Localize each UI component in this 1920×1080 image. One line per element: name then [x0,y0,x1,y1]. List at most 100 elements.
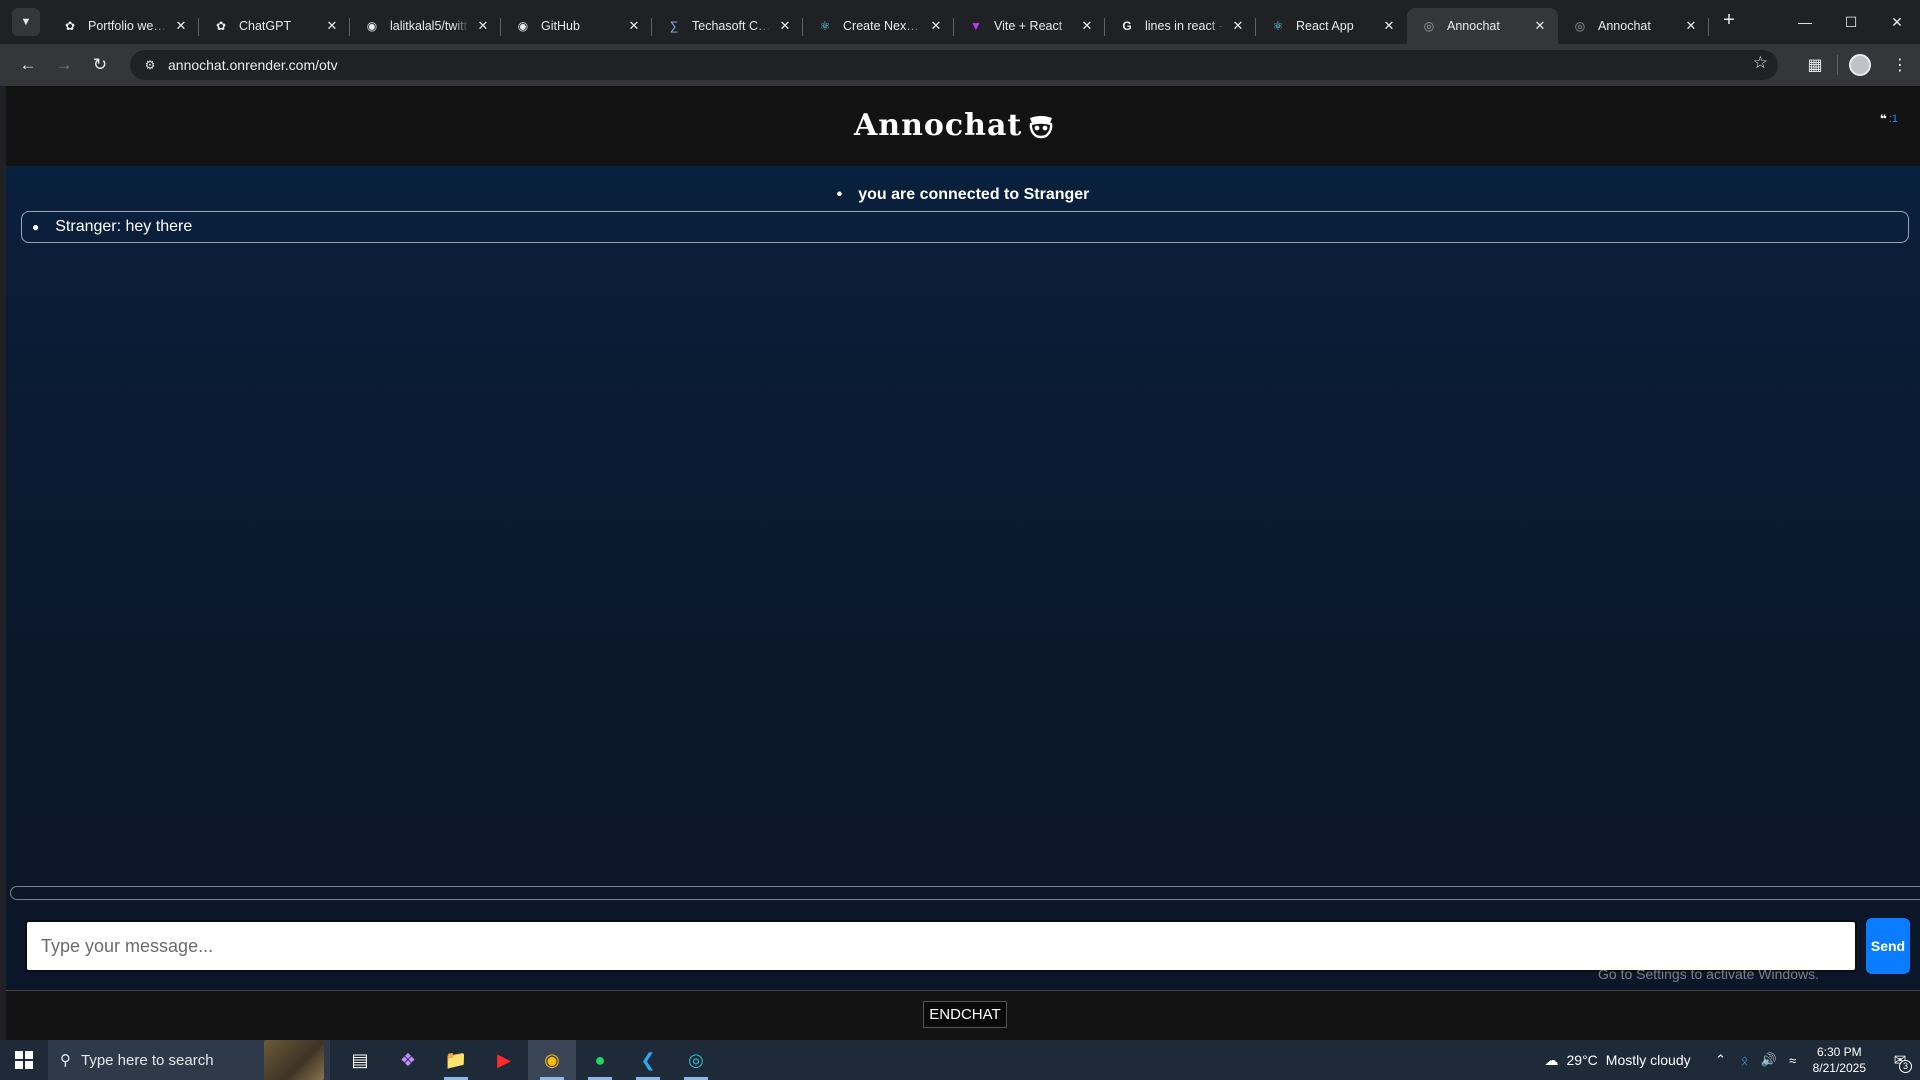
tab-annochat[interactable]: ◎ Annochat ✕ [1558,8,1709,44]
tab-search-button[interactable]: ▼ [12,8,40,36]
youtube-icon[interactable]: ▶ [480,1040,528,1080]
notification-badge: 3 [1899,1060,1912,1073]
close-icon[interactable]: ✕ [1532,18,1548,34]
address-bar[interactable]: ⚙ annochat.onrender.com/otv ☆ [130,50,1778,80]
tab-react-app[interactable]: ⚛ React App ✕ [1256,8,1407,44]
minimize-icon[interactable]: — [1782,0,1828,44]
plus-icon: + [1723,8,1735,31]
online-count: :1 [1888,113,1898,125]
reload-button[interactable]: ↻ [82,47,118,83]
back-button[interactable]: ← [10,47,46,83]
chat-messages-area: • you are connected to Stranger ● Strange… [6,166,1920,886]
search-placeholder: Type here to search [81,1051,214,1069]
chat-footer: ENDCHAT [6,990,1920,1040]
tab-strip: ▼ ✿ Portfolio websi ✕ ✿ ChatGPT ✕ ◉ lalitkala… [0,0,1920,44]
globe-icon: ◎ [1423,19,1435,33]
maximize-icon[interactable]: ☐ [1828,0,1874,44]
tab-techasoft[interactable]: ∑ Techasoft Care ✕ [652,8,803,44]
arrow-right-icon: → [55,55,73,74]
site-info-icon[interactable]: ⚙ [138,53,162,77]
close-icon[interactable]: ✕ [1381,18,1397,34]
close-icon[interactable]: ✕ [173,18,189,34]
close-icon[interactable]: ✕ [777,18,793,34]
chevron-up-icon[interactable]: ⌃ [1709,1052,1733,1068]
brand-logo[interactable]: Annochat [854,108,1056,143]
bluetooth-icon[interactable]: ᛟ [1733,1053,1757,1068]
close-icon[interactable]: ✕ [928,18,944,34]
weather-condition: Mostly cloudy [1605,1052,1691,1068]
online-users-indicator: ❝ :1 [1880,112,1898,126]
weather-icon: ☁ [1544,1051,1559,1068]
chat-scroll-divider [10,886,1920,900]
system-tray: ☁ 29°C Mostly cloudy ⌃ ᛟ 🔊 ≈ 6:30 PM 8/2… [1545,1040,1920,1080]
app-header: Annochat ❝ :1 [6,86,1920,166]
close-icon[interactable]: ✕ [475,18,491,34]
time: 6:30 PM [1816,1045,1862,1059]
task-view-icon[interactable]: ▤ [336,1040,384,1080]
system-message-text: you are connected to Stranger [858,186,1090,203]
tab-title: GitHub [541,19,580,33]
tab-google-search[interactable]: Glines in react - ✕ [1105,8,1256,44]
system-message: • you are connected to Stranger [836,186,1090,203]
tab-chatgpt[interactable]: ✿ ChatGPT ✕ [199,8,350,44]
google-icon: G [1122,19,1132,33]
spotify-icon[interactable]: ● [576,1040,624,1080]
close-icon[interactable]: ✕ [1683,18,1699,34]
tab-title: Vite + React [994,19,1063,33]
raccoon-mask-icon [1029,115,1053,138]
send-button[interactable]: Send [1866,918,1910,974]
edge-icon[interactable]: ◎ [672,1040,720,1080]
react-icon: ⚛ [1272,19,1284,33]
close-icon[interactable]: ✕ [324,18,340,34]
file-explorer-icon[interactable]: 📁 [432,1040,480,1080]
tab-create-next-app[interactable]: ⚛ Create Next Ap ✕ [803,8,954,44]
chevron-down-icon: ▼ [20,16,32,28]
tab-portfolio[interactable]: ✿ Portfolio websi ✕ [48,8,199,44]
volume-icon[interactable]: 🔊 [1757,1052,1781,1068]
close-icon[interactable]: ✕ [1079,18,1095,34]
message-input[interactable] [25,920,1857,972]
arrow-left-icon: ← [19,55,37,74]
tab-github[interactable]: ◉ GitHub ✕ [501,8,652,44]
tab-title: React App [1296,19,1354,33]
close-icon[interactable]: ✕ [1230,18,1246,34]
extensions-icon[interactable]: ▦ [1795,47,1835,83]
chat-message-text: Stranger: hey there [55,218,193,235]
github-icon: ◉ [517,19,529,33]
avatar [1849,54,1871,76]
globe-icon: ◎ [1574,19,1586,33]
tab-vite-react[interactable]: ▼ Vite + React ✕ [954,8,1105,44]
users-icon: ❝ [1879,112,1887,126]
weather-widget[interactable]: ☁ 29°C Mostly cloudy [1545,1052,1691,1069]
window-controls: — ☐ ✕ [1782,0,1920,44]
taskbar-search[interactable]: ⚲ Type here to search [48,1040,330,1080]
search-icon: ⚲ [60,1052,71,1069]
chrome-icon[interactable]: ◉ [528,1040,576,1080]
end-chat-button[interactable]: ENDCHAT [923,1001,1007,1028]
profile-button[interactable] [1840,47,1880,83]
new-tab-button[interactable]: + [1715,6,1743,34]
clock[interactable]: 6:30 PM 8/21/2025 [1813,1044,1866,1076]
chatgpt-icon: ✿ [64,19,76,33]
brand-name: Annochat [854,108,1023,143]
tab-list: ✿ Portfolio websi ✕ ✿ ChatGPT ✕ ◉ lalitkalal5… [48,0,1743,44]
techasoft-icon: ∑ [669,19,679,33]
notification-center[interactable]: ✉ 3 [1880,1051,1920,1073]
url-text[interactable]: annochat.onrender.com/otv [168,57,338,73]
tab-title: lalitkalal5/twitt [390,19,468,33]
tab-title: Annochat [1598,19,1651,33]
wifi-icon[interactable]: ≈ [1781,1053,1805,1068]
vscode-icon[interactable]: ❮ [624,1040,672,1080]
forward-button[interactable]: → [46,47,82,83]
copilot-icon[interactable]: ❖ [384,1040,432,1080]
tab-github-repo[interactable]: ◉ lalitkalal5/twitt ✕ [350,8,501,44]
start-button[interactable] [0,1040,48,1080]
tab-annochat-active[interactable]: ◎ Annochat ✕ [1407,8,1558,44]
close-icon[interactable]: ✕ [626,18,642,34]
search-highlight-image [264,1040,324,1080]
browser-toolbar: ← → ↻ ⚙ annochat.onrender.com/otv ☆ ▦ ⋮ [0,44,1920,86]
chatgpt-icon: ✿ [215,19,227,33]
close-window-icon[interactable]: ✕ [1874,0,1920,44]
bookmark-star-icon[interactable]: ☆ [1753,53,1768,73]
menu-kebab-icon[interactable]: ⋮ [1880,47,1920,83]
